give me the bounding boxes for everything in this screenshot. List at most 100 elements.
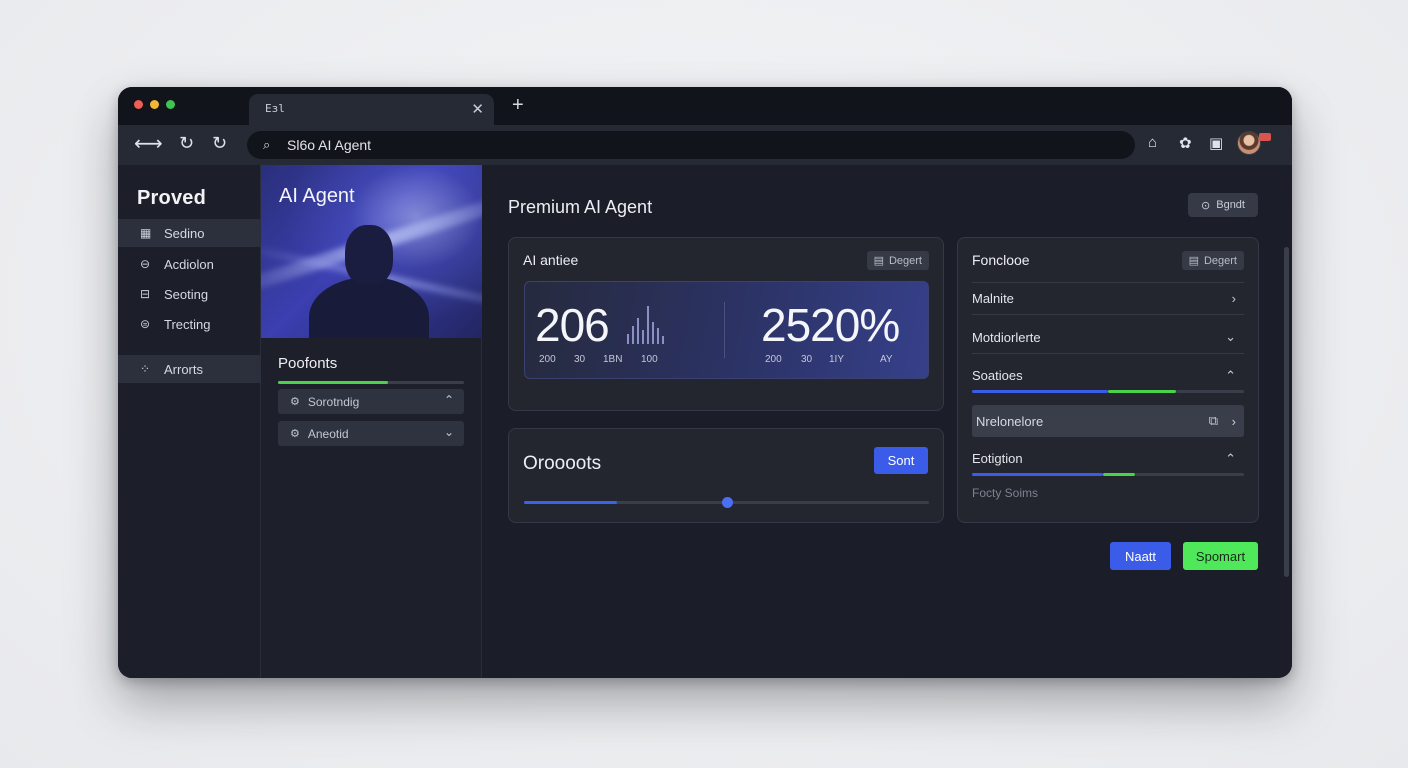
- chevron-up-icon: ⌃: [1225, 450, 1236, 466]
- stats-divider: [724, 302, 725, 358]
- tab-favicon-icon: Eзl: [265, 102, 285, 115]
- stat-label: 1BN: [603, 354, 623, 365]
- scrollbar[interactable]: [1284, 247, 1289, 577]
- slider-track[interactable]: [524, 497, 929, 508]
- export-icon: ▤: [873, 255, 884, 267]
- spark-bar: [657, 328, 659, 344]
- lock-icon: ⊙: [1201, 199, 1211, 212]
- sidebar-item-label: Trecting: [164, 316, 211, 332]
- slider-thumb[interactable]: [721, 497, 733, 508]
- row-label: Eotigtion: [972, 451, 1023, 466]
- progress-segment-blue: [972, 390, 1108, 393]
- minimize-window-button[interactable]: [150, 100, 159, 109]
- sidebar: Proved ▦ Sedino ⊖ Acdiolon ⊟ Seoting ⊜ T…: [118, 165, 261, 678]
- extensions-icon[interactable]: ✿: [1179, 134, 1192, 152]
- grid-icon: ▦: [140, 226, 152, 240]
- settings-row-highlighted[interactable]: Nrelonelore ⧉ ›: [972, 405, 1244, 437]
- sidebar-item-seoting[interactable]: ⊟ Seoting: [118, 280, 261, 308]
- dropdown-sorotndig[interactable]: ⚙ Sorotndig ⌃: [278, 389, 464, 414]
- progress-fill: [278, 381, 388, 384]
- address-bar[interactable]: ⌕ Sl6o AI Agent: [247, 131, 1135, 159]
- chevron-down-icon: ⌄: [443, 425, 454, 439]
- progress-segment-green: [1102, 473, 1136, 476]
- right-stat-value: 2520%: [761, 299, 900, 351]
- progress-segment-blue: [972, 473, 1103, 476]
- settings-row[interactable]: Motdiorlerte ⌄: [972, 321, 1244, 354]
- main-content: Premium AI Agent ⊙ Bgndt AI antiee ▤ Deg…: [482, 165, 1292, 678]
- panel-label: Poofonts: [278, 355, 338, 372]
- maximize-window-button[interactable]: [166, 100, 175, 109]
- chip-label: Degert: [1203, 254, 1237, 267]
- sidebar-item-sedino[interactable]: ▦ Sedino: [118, 219, 261, 247]
- chevron-right-icon: ⧉: [1208, 413, 1218, 428]
- stat-label: 1IY: [829, 354, 845, 365]
- search-icon: ⌕: [263, 137, 271, 152]
- sparkline-bars: [627, 304, 664, 344]
- row-label: Nrelonelore: [976, 413, 1044, 429]
- slider-fill: [524, 501, 618, 504]
- tab-strip: Eзl ✕ +: [118, 87, 1292, 125]
- refresh-icon[interactable]: ↻: [212, 133, 227, 154]
- sidebar-item-acdiolon[interactable]: ⊖ Acdiolon: [118, 250, 261, 278]
- stats-panel: 206 200 30 1BN 100 2520% 200 30 1IY AY: [524, 281, 929, 379]
- settings-icon: ⚙: [290, 396, 300, 408]
- back-forward-icon[interactable]: ⟷: [134, 131, 163, 156]
- compass-icon: ⊖: [140, 257, 151, 271]
- new-tab-icon[interactable]: +: [512, 95, 524, 115]
- hero-column: AI Agent Poofonts ⚙ Sorotndig ⌃ ⚙ Aneoti…: [261, 165, 482, 678]
- browser-toolbar: ⟷ ↻ ↻ ⌕ Sl6o AI Agent ⌂ ✿ ▣: [118, 125, 1292, 165]
- sidebar-item-label: Arrorts: [164, 361, 203, 377]
- window-controls: [134, 100, 175, 109]
- chip-label: Degert: [888, 254, 922, 267]
- footer-text: Focty Soims: [972, 486, 1039, 500]
- spark-bar: [632, 326, 634, 344]
- stats-card-chip[interactable]: ▤ Degert: [866, 251, 929, 270]
- settings-icon: ⚙: [290, 428, 300, 440]
- settings-card-title: Fonclooe: [972, 252, 1030, 268]
- spark-bar: [647, 306, 649, 344]
- browser-tab[interactable]: Eзl ✕: [249, 94, 494, 125]
- stat-label: 100: [641, 354, 658, 365]
- progress-segment-green: [1108, 390, 1176, 393]
- progress-segment-track: [1135, 473, 1244, 476]
- brand-title: Proved: [137, 187, 207, 209]
- left-stat-value: 206: [535, 299, 610, 351]
- spark-bar: [662, 336, 664, 344]
- settings-row[interactable]: Eotigtion ⌃: [972, 442, 1244, 475]
- window-icon[interactable]: ▣: [1209, 134, 1223, 152]
- top-action-button[interactable]: ⊙ Bgndt: [1188, 193, 1258, 217]
- hero-title: AI Agent: [279, 185, 355, 207]
- settings-row[interactable]: Soatioes ⌃: [972, 359, 1244, 392]
- home-icon[interactable]: ⌂: [1148, 134, 1157, 151]
- stat-label: 30: [801, 354, 813, 365]
- stat-label: 30: [574, 354, 586, 365]
- secondary-button[interactable]: Spomart: [1183, 542, 1258, 570]
- settings-card: Fonclooe ▤ Degert Malnite › Motdiorlerte…: [957, 237, 1259, 523]
- close-window-button[interactable]: [134, 100, 143, 109]
- settings-card-chip[interactable]: ▤ Degert: [1181, 251, 1244, 270]
- close-tab-icon[interactable]: ✕: [471, 100, 484, 118]
- export-icon: ▤: [1188, 255, 1199, 267]
- browser-window: Eзl ✕ + ⟷ ↻ ↻ ⌕ Sl6o AI Agent ⌂ ✿ ▣ Prov…: [118, 87, 1292, 678]
- sidebar-item-trecting[interactable]: ⊜ Trecting: [118, 310, 261, 338]
- sidebar-item-arrorts[interactable]: ⁘ Arrorts: [118, 355, 261, 383]
- spark-bar: [627, 334, 629, 344]
- stat-label: AY: [880, 354, 893, 365]
- primary-button[interactable]: Naatt: [1110, 542, 1171, 570]
- stats-card-title: AI antiee: [523, 252, 579, 268]
- reload-icon[interactable]: ↻: [179, 133, 194, 154]
- stat-label: 200: [539, 354, 556, 365]
- progress-bar: [278, 381, 464, 384]
- dropdown-aneotid[interactable]: ⚙ Aneotid ⌄: [278, 421, 464, 446]
- sidebar-item-label: Acdiolon: [164, 256, 214, 272]
- top-action-label: Bgndt: [1216, 199, 1245, 211]
- dropdown-label: Sorotndig: [307, 394, 360, 409]
- url-text: Sl6o AI Agent: [287, 137, 372, 153]
- sidebar-item-label: Sedino: [164, 225, 205, 241]
- settings-row[interactable]: Malnite ›: [972, 282, 1244, 315]
- sont-button[interactable]: Sont: [874, 447, 928, 474]
- circle-icon: ⊜: [140, 317, 151, 331]
- profile-avatar[interactable]: [1237, 131, 1261, 155]
- row-label: Motdiorlerte: [972, 329, 1041, 345]
- row-label: Malnite: [972, 291, 1014, 306]
